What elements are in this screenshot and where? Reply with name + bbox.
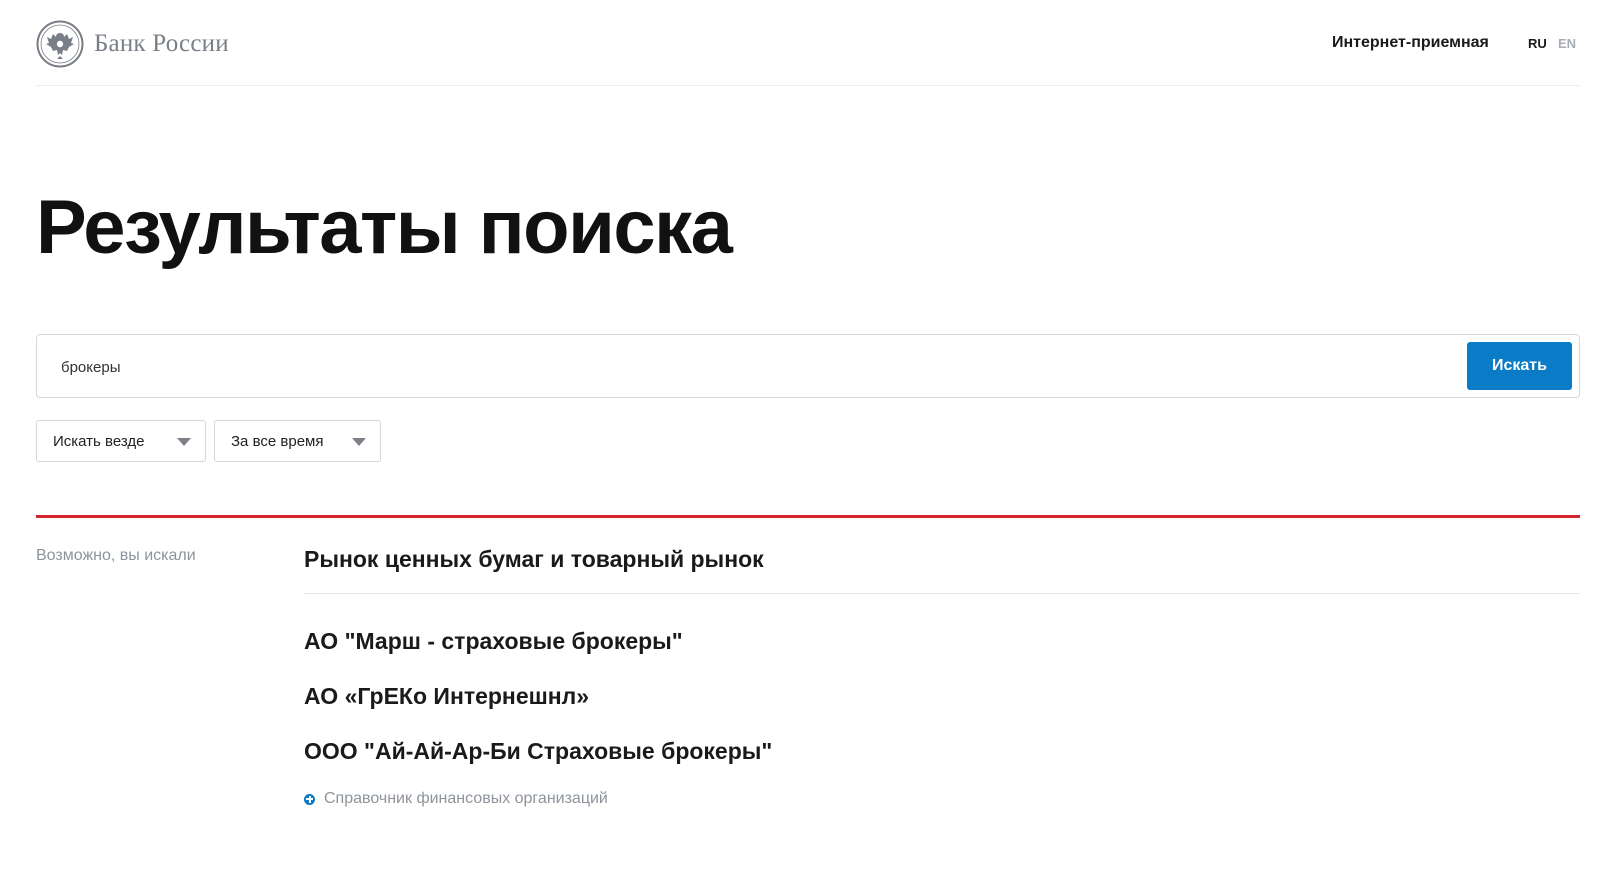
time-period-value: За все время (231, 432, 324, 450)
eagle-emblem-icon (36, 20, 84, 68)
result-link[interactable]: ООО "Ай-Ай-Ар-Би Страховые брокеры" (304, 738, 772, 765)
search-button[interactable]: Искать (1467, 342, 1572, 390)
lang-en-link[interactable]: EN (1558, 36, 1576, 51)
suggested-result-link[interactable]: Рынок ценных бумаг и товарный рынок (304, 546, 764, 573)
result-separator (304, 593, 1580, 594)
site-header: Банк России Интернет-приемная RU EN (36, 0, 1580, 86)
result-link[interactable]: АО «ГрЕКо Интернешнл» (304, 683, 589, 710)
caret-down-icon (177, 438, 191, 446)
page-title: Результаты поиска (36, 185, 733, 270)
bank-logo[interactable]: Банк России (36, 20, 229, 68)
internet-reception-link[interactable]: Интернет-приемная (1332, 34, 1489, 52)
caret-down-icon (352, 438, 366, 446)
time-period-dropdown[interactable]: За все время (214, 420, 381, 462)
search-input[interactable] (61, 351, 1361, 383)
lang-ru-link[interactable]: RU (1528, 36, 1547, 51)
bank-name: Банк России (94, 30, 229, 57)
category-link[interactable]: Справочник финансовых организаций (304, 790, 608, 808)
result-link[interactable]: АО "Марш - страховые брокеры" (304, 628, 683, 655)
plus-circle-icon (304, 793, 315, 805)
suggestion-label: Возможно, вы искали (36, 547, 196, 564)
results-divider (36, 515, 1580, 518)
search-bar: Искать (36, 334, 1580, 398)
category-label: Справочник финансовых организаций (324, 790, 608, 807)
search-scope-dropdown[interactable]: Искать везде (36, 420, 206, 462)
search-scope-value: Искать везде (53, 432, 145, 450)
